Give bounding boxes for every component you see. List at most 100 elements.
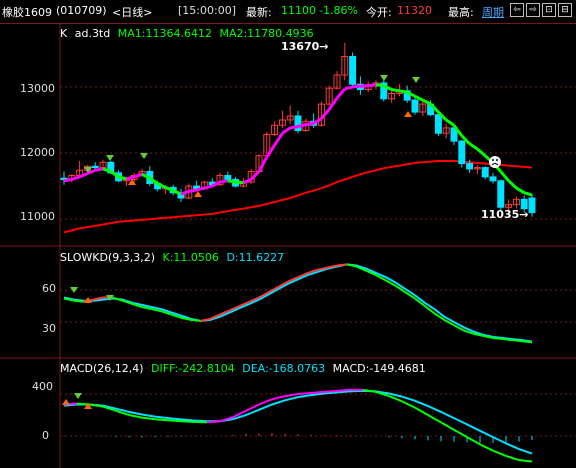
ma1-segment	[499, 170, 510, 182]
ma1-segment	[445, 118, 455, 127]
candle-body	[411, 99, 419, 113]
macd-diff-segment	[206, 420, 221, 424]
latest-value: 11100	[281, 4, 316, 17]
kd-k-segment	[522, 340, 533, 344]
ma1-segment	[196, 186, 205, 192]
sell-arrow-icon	[380, 75, 388, 81]
open-label: 今开:	[366, 6, 392, 19]
ma1-segment	[375, 83, 384, 88]
macd-diff-segment	[154, 418, 169, 422]
minimize-icon[interactable]: ⊟	[558, 3, 572, 17]
kd-k-segment	[512, 339, 523, 343]
high-label: 最高:	[448, 6, 474, 19]
next-arrow-icon[interactable]: ⇨	[526, 3, 540, 17]
macd-label: MACD(26,12,4)	[60, 362, 144, 375]
time-label: [15:00:00]	[178, 4, 236, 17]
latest-label: 最新:	[246, 6, 272, 19]
buy-arrow-icon	[404, 111, 412, 117]
candle-body	[224, 175, 232, 180]
kd-y-tick-30: 30	[42, 322, 56, 335]
macd-diff-segment	[323, 389, 338, 393]
ma1-segment	[94, 167, 104, 172]
candle-body	[497, 180, 505, 208]
ma1-segment	[305, 121, 314, 127]
maximize-icon[interactable]: ⊡	[542, 3, 556, 17]
macd-diff-segment	[258, 398, 273, 406]
candle-body	[489, 176, 497, 182]
ma1-value: MA1:11364.6412	[117, 27, 212, 40]
macd-diff-segment	[271, 395, 286, 401]
macd-diff-segment	[414, 406, 429, 416]
k-label: K	[60, 27, 68, 40]
ma1-segment	[399, 89, 408, 94]
buy-arrow-icon	[194, 191, 202, 197]
macd-diff-segment	[141, 416, 156, 421]
candle-body	[481, 167, 489, 178]
ma1-segment	[172, 189, 182, 196]
macd-diff-segment	[505, 454, 520, 462]
kd-label: SLOWKD(9,3,3,2)	[60, 251, 156, 264]
ma1-segment	[133, 172, 143, 179]
candle-body	[466, 163, 474, 170]
chart-canvas[interactable]	[0, 24, 576, 468]
kd-y-tick-60: 60	[42, 282, 56, 295]
kd-k-value: K:11.0506	[162, 251, 219, 264]
open-value: 11320	[397, 4, 432, 17]
macd-dea-value: DEA:-168.0763	[242, 362, 326, 375]
period-label[interactable]: <日线>	[112, 4, 152, 20]
macd-diff-segment	[440, 421, 455, 431]
ma1-segment	[312, 117, 323, 125]
ma1-segment	[391, 88, 400, 93]
kd-d-value: D:11.6227	[226, 251, 285, 264]
ma1-segment	[320, 108, 331, 120]
ma1-segment	[515, 186, 525, 194]
smiley-eye	[496, 159, 498, 161]
ma2-path	[63, 160, 533, 234]
ma1-segment	[63, 178, 73, 183]
ma1-segment	[227, 179, 236, 184]
ma1-segment	[79, 172, 88, 179]
ma1-segment	[71, 175, 81, 181]
ma1-segment	[368, 83, 377, 88]
change-percent: -1.86%	[319, 4, 358, 17]
ma1-segment	[289, 125, 299, 130]
ma1-segment	[235, 180, 244, 185]
macd-value: MACD:-149.4681	[332, 362, 426, 375]
ma1-segment	[118, 175, 127, 181]
sell-arrow-icon	[412, 77, 420, 83]
y-tick-11000: 11000	[20, 210, 55, 223]
buy-arrow-icon	[62, 399, 70, 405]
ma1-segment	[523, 191, 533, 197]
slowkd-lines	[63, 263, 533, 344]
low-annotation: 11035→	[481, 208, 529, 221]
macd-diff-segment	[479, 443, 494, 452]
ma1-segment	[344, 85, 353, 91]
smiley-eye	[492, 159, 494, 161]
ma1-segment	[126, 175, 135, 181]
macd-diff-segment	[466, 436, 481, 446]
ma1-segment	[257, 156, 269, 173]
macd-dea-path	[63, 389, 533, 455]
macd-diff-segment	[518, 459, 533, 463]
ma1-segment	[507, 179, 518, 190]
ma1-segment	[476, 147, 487, 157]
cycle-link[interactable]: 周期	[482, 4, 504, 20]
prev-arrow-icon[interactable]: ⇦	[510, 3, 524, 17]
macd-diff-segment	[193, 420, 208, 424]
candle-body	[458, 140, 466, 165]
macd-diff-segment	[336, 388, 351, 392]
candle-body	[528, 197, 536, 214]
macd-diff-segment	[180, 420, 195, 423]
kd-k-segment	[73, 299, 84, 303]
chart-grid	[0, 24, 576, 468]
main-legend: K ad.3td MA1:11364.6412 MA2:11780.4936	[60, 27, 314, 40]
candle-body	[91, 165, 99, 169]
macd-diff-segment	[297, 391, 312, 395]
macd-diff-value: DIFF:-242.8104	[151, 362, 235, 375]
ad-label: ad.3td	[74, 27, 111, 40]
macd-lines	[63, 388, 533, 463]
y-tick-13000: 13000	[20, 82, 55, 95]
symbol-name: 橡胶1609	[2, 6, 52, 19]
kd-k-segment	[502, 338, 513, 342]
y-tick-12000: 12000	[20, 146, 55, 159]
